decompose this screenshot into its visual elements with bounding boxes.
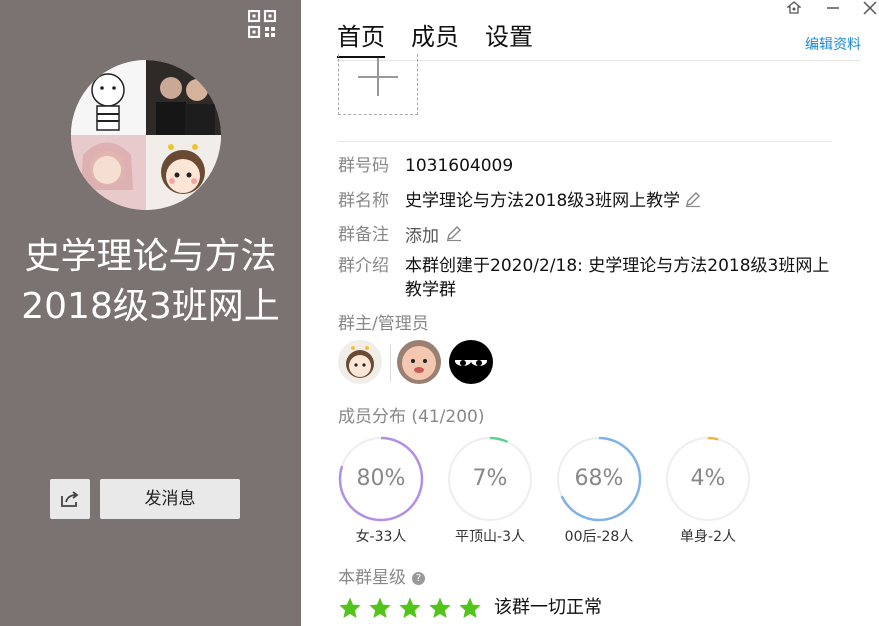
group-intro-label: 群介绍 [338, 256, 389, 276]
tab-home[interactable]: 首页 [337, 20, 385, 58]
rating-stars: 该群一切正常 [338, 596, 602, 620]
gauge-caption: 平顶山-3人 [455, 529, 525, 545]
gauge-caption: 单身-2人 [680, 529, 736, 545]
rating-status: 该群一切正常 [494, 597, 602, 618]
minimize-icon[interactable] [822, 0, 844, 16]
admin-avatar-baby[interactable] [397, 340, 441, 384]
help-icon[interactable]: ? [412, 571, 425, 585]
star-list [338, 596, 488, 620]
gauge-percent: 68% [574, 466, 624, 491]
add-photo-button[interactable] [338, 54, 418, 115]
group-rating-label: 本群星级? [338, 566, 425, 590]
gauge-caption: 00后-28人 [564, 529, 634, 545]
group-profile-panel: 史学理论与方法 2018级3班网上 发消息 [0, 0, 301, 626]
star-icon [429, 597, 451, 618]
group-name-label: 群名称 [338, 191, 389, 211]
gauge-percent: 4% [690, 466, 726, 491]
divider [338, 141, 832, 142]
admin-avatar-dark[interactable] [449, 340, 493, 384]
tab-members[interactable]: 成员 [411, 20, 459, 54]
share-button[interactable] [50, 479, 90, 519]
group-title: 史学理论与方法 2018级3班网上 [0, 232, 301, 332]
gauge-single[interactable]: 4% 单身-2人 [665, 436, 751, 545]
tab-bar: 首页 成员 设置 [337, 20, 533, 58]
send-message-button[interactable]: 发消息 [100, 479, 240, 519]
admin-divider [390, 344, 391, 382]
pin-icon[interactable] [783, 0, 805, 16]
group-remark-label: 群备注 [338, 225, 389, 245]
star-icon [369, 597, 391, 618]
group-number-value: 1031604009 [405, 156, 514, 176]
pencil-icon[interactable] [684, 190, 702, 215]
star-icon [399, 597, 421, 618]
group-intro-value: 本群创建于2020/2/18: 史学理论与方法2018级3班网上教学群 [405, 256, 830, 300]
group-title-line2: 2018级3班网上 [21, 286, 280, 327]
group-name-value: 史学理论与方法2018级3班网上教学 [405, 191, 679, 211]
share-icon [61, 491, 79, 507]
gauge-caption: 女-33人 [355, 529, 407, 545]
rating-title: 本群星级 [338, 568, 406, 588]
member-distribution-label: 成员分布 (41/200) [338, 405, 484, 429]
gauge-age[interactable]: 68% 00后-28人 [556, 436, 642, 545]
group-remark-add[interactable]: 添加 [405, 224, 463, 249]
distribution-count: (41/200) [411, 407, 485, 427]
star-icon [339, 597, 361, 618]
pencil-icon [445, 224, 463, 249]
group-avatar[interactable] [71, 60, 221, 210]
tab-settings[interactable]: 设置 [485, 20, 533, 54]
qr-code-icon[interactable] [247, 9, 277, 39]
star-icon [459, 597, 481, 618]
edit-profile-link[interactable]: 编辑资料 [805, 34, 861, 54]
gauge-location[interactable]: 7% 平顶山-3人 [447, 436, 533, 545]
distribution-title: 成员分布 [338, 407, 406, 427]
group-remark-value: 添加 [405, 226, 439, 247]
gauge-percent: 80% [356, 466, 406, 491]
group-title-line1: 史学理论与方法 [24, 236, 277, 277]
admins-label: 群主/管理员 [338, 314, 429, 334]
close-icon[interactable] [859, 0, 879, 16]
group-number-label: 群号码 [338, 156, 389, 176]
gauge-percent: 7% [472, 466, 508, 491]
gauge-female[interactable]: 80% 女-33人 [338, 436, 424, 545]
admin-avatar-owner[interactable] [338, 340, 382, 384]
